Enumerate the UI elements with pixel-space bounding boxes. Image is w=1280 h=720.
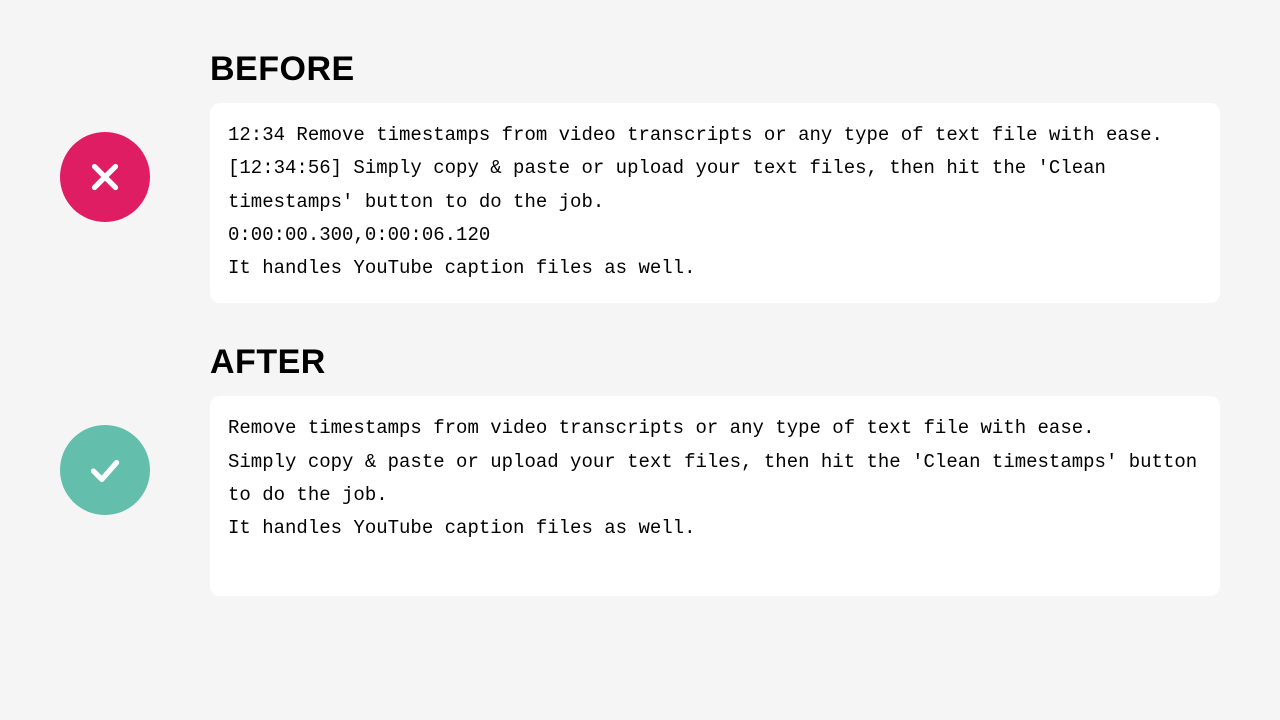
after-card: Remove timestamps from video transcripts… (210, 396, 1220, 596)
before-text: 12:34 Remove timestamps from video trans… (228, 119, 1202, 285)
after-content: AFTER Remove timestamps from video trans… (210, 343, 1220, 596)
cross-icon (60, 132, 150, 222)
before-heading: BEFORE (210, 50, 1220, 89)
before-section: BEFORE 12:34 Remove timestamps from vide… (60, 50, 1220, 303)
before-content: BEFORE 12:34 Remove timestamps from vide… (210, 50, 1220, 303)
check-icon (60, 425, 150, 515)
after-text: Remove timestamps from video transcripts… (228, 412, 1202, 545)
after-section: AFTER Remove timestamps from video trans… (60, 343, 1220, 596)
before-card: 12:34 Remove timestamps from video trans… (210, 103, 1220, 303)
after-heading: AFTER (210, 343, 1220, 382)
